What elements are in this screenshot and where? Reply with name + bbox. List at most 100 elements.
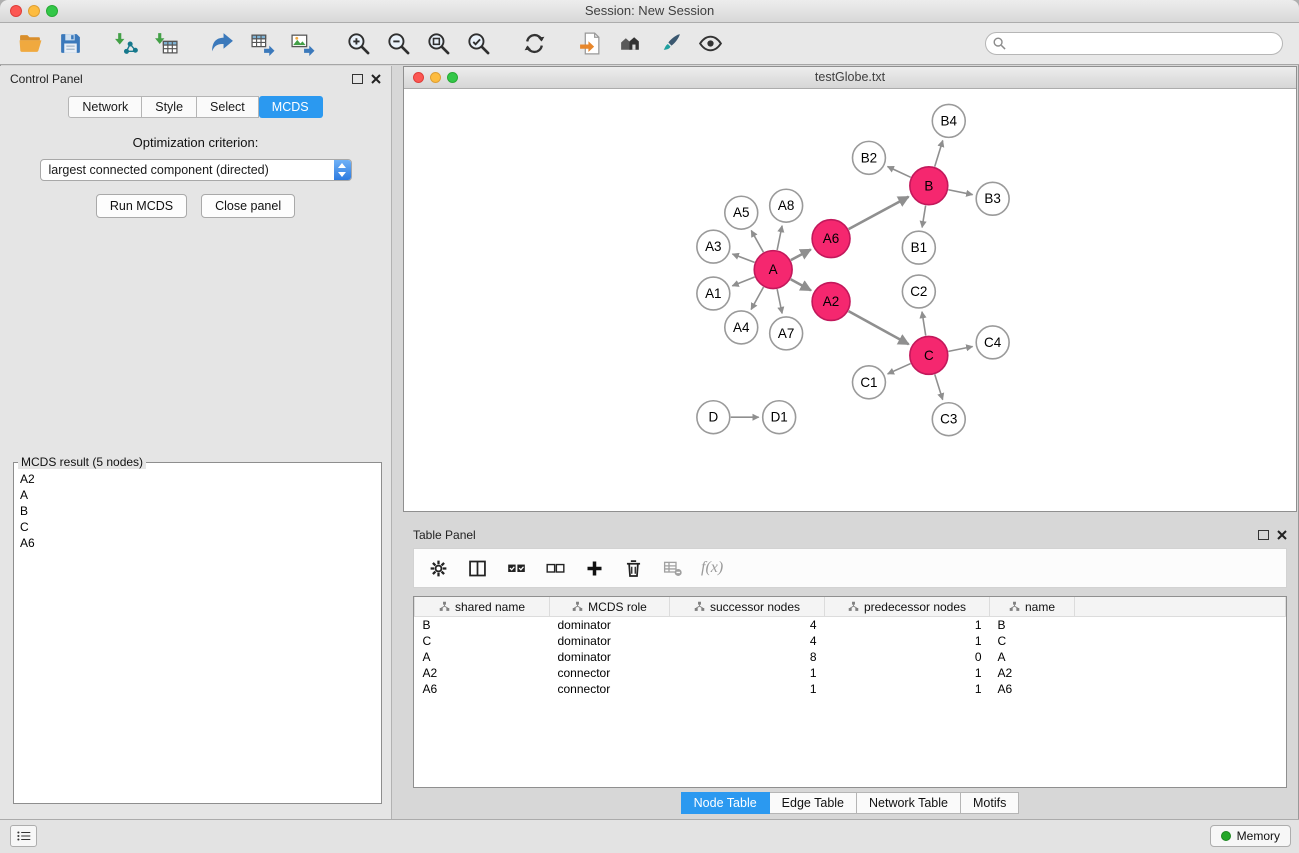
table-row[interactable]: Cdominator41C [415,633,1286,649]
run-mcds-button[interactable]: Run MCDS [96,194,187,218]
refresh-button[interactable] [518,28,550,60]
import-table-button[interactable] [150,28,182,60]
graph-node[interactable]: B [910,167,948,205]
graph-node[interactable]: D1 [763,401,796,434]
tab-edge-table[interactable]: Edge Table [770,792,857,814]
table-cell[interactable]: A [415,649,550,665]
task-history-button[interactable] [10,825,37,847]
graph-node[interactable]: B4 [932,104,965,137]
column-header[interactable]: shared name [415,597,550,617]
graph-edge[interactable] [791,249,811,260]
delete-table-button[interactable] [662,558,683,579]
table-cell[interactable]: A6 [990,681,1075,697]
list-item[interactable]: B [14,503,381,519]
show-columns-button[interactable] [467,558,488,579]
graph-node[interactable]: A3 [697,230,730,263]
graph-edge[interactable] [777,289,782,313]
home-view-button[interactable] [614,28,646,60]
graph-edge[interactable] [751,231,763,253]
export-network-button[interactable] [206,28,238,60]
list-item[interactable]: A6 [14,535,381,551]
graph-node[interactable]: C3 [932,403,965,436]
tab-motifs[interactable]: Motifs [961,792,1019,814]
export-image-button[interactable] [286,28,318,60]
graph-node[interactable]: A4 [725,311,758,344]
add-column-button[interactable] [584,558,605,579]
table-cell[interactable]: 4 [670,633,825,649]
table-row[interactable]: A2connector11A2 [415,665,1286,681]
table-cell[interactable]: B [415,617,550,634]
apply-function-button[interactable]: f(x) [701,559,723,577]
list-item[interactable]: A2 [14,471,381,487]
graph-node[interactable]: D [697,401,730,434]
graph-edge[interactable] [887,166,910,177]
graph-node[interactable]: A1 [697,277,730,310]
graph-edge[interactable] [732,277,754,286]
delete-column-button[interactable] [623,558,644,579]
table-cell[interactable]: dominator [550,649,670,665]
column-header[interactable]: MCDS role [550,597,670,617]
tab-style[interactable]: Style [142,96,197,118]
apply-style-button[interactable] [654,28,686,60]
network-from-selection-button[interactable] [574,28,606,60]
deselect-all-button[interactable] [545,558,566,579]
table-cell[interactable]: 0 [825,649,990,665]
column-header[interactable]: predecessor nodes [825,597,990,617]
graph-node[interactable]: A7 [770,317,803,350]
graph-edge[interactable] [791,279,811,290]
graph-node[interactable]: A6 [812,220,850,258]
network-graph[interactable]: AA1A2A3A4A5A6A7A8BB1B2B3B4CC1C2C3C4DD1 [404,89,1296,511]
table-cell[interactable]: A6 [415,681,550,697]
graph-edge[interactable] [732,254,754,262]
graph-node[interactable]: B1 [902,231,935,264]
zoom-in-button[interactable] [342,28,374,60]
list-item[interactable]: C [14,519,381,535]
graph-edge[interactable] [751,287,763,309]
close-panel-button[interactable]: Close panel [201,194,295,218]
table-cell[interactable]: 1 [670,681,825,697]
close-table-panel-icon[interactable] [1277,530,1287,540]
graph-node[interactable]: A2 [812,283,850,321]
table-settings-button[interactable] [428,558,449,579]
graph-edge[interactable] [888,364,911,374]
tab-node-table[interactable]: Node Table [681,792,770,814]
table-cell[interactable]: 1 [825,617,990,634]
show-hide-button[interactable] [694,28,726,60]
table-cell[interactable]: 1 [825,681,990,697]
graph-node[interactable]: C4 [976,326,1009,359]
table-cell[interactable]: A2 [415,665,550,681]
tab-mcds[interactable]: MCDS [259,96,323,118]
list-item[interactable]: A [14,487,381,503]
table-cell[interactable]: 1 [670,665,825,681]
table-cell[interactable]: 1 [825,665,990,681]
table-cell[interactable]: connector [550,681,670,697]
table-cell[interactable]: 4 [670,617,825,634]
tab-network[interactable]: Network [68,96,142,118]
table-cell[interactable]: 1 [825,633,990,649]
table-row[interactable]: Bdominator41B [415,617,1286,634]
table-cell[interactable]: 8 [670,649,825,665]
graph-node[interactable]: B2 [852,141,885,174]
graph-edge[interactable] [948,346,972,351]
float-table-panel-icon[interactable] [1258,530,1269,540]
graph-edge[interactable] [922,312,926,336]
table-cell[interactable]: A [990,649,1075,665]
zoom-fit-button[interactable] [422,28,454,60]
graph-node[interactable]: C1 [852,366,885,399]
zoom-selected-button[interactable] [462,28,494,60]
save-session-button[interactable] [54,28,86,60]
float-panel-icon[interactable] [352,74,363,84]
close-panel-icon[interactable] [371,74,381,84]
node-table-container[interactable]: shared nameMCDS rolesuccessor nodesprede… [413,596,1287,788]
table-cell[interactable]: dominator [550,617,670,634]
graph-edge[interactable] [777,226,782,250]
criterion-dropdown[interactable]: largest connected component (directed) [40,159,352,181]
tab-select[interactable]: Select [197,96,259,118]
table-cell[interactable]: connector [550,665,670,681]
table-cell[interactable]: dominator [550,633,670,649]
table-row[interactable]: Adominator80A [415,649,1286,665]
graph-node[interactable]: C [910,336,948,374]
open-session-button[interactable] [14,28,46,60]
select-all-button[interactable] [506,558,527,579]
graph-edge[interactable] [849,311,909,344]
